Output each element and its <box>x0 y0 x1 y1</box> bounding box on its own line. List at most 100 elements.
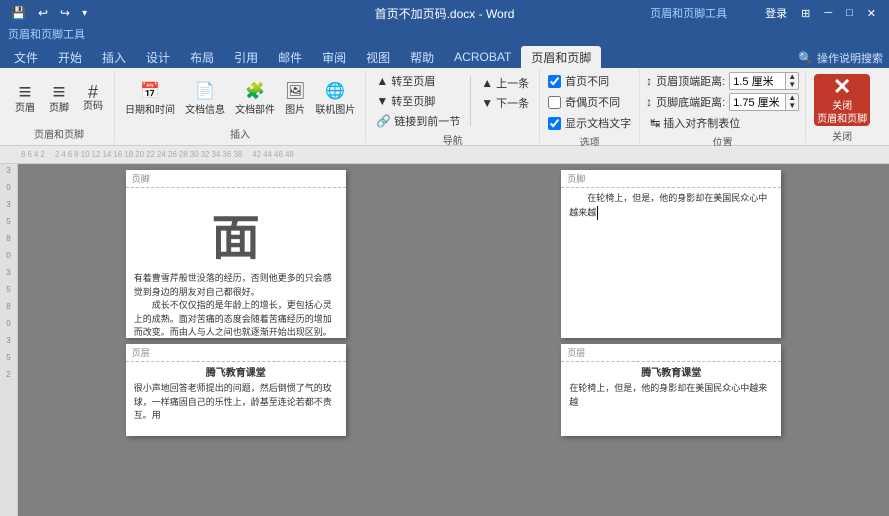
tab-layout[interactable]: 布局 <box>180 46 224 68</box>
datetime-icon: 📅 <box>140 81 160 101</box>
page2-footer-label: 页脚 <box>567 172 585 185</box>
footer-dist-input[interactable] <box>730 94 785 110</box>
goto-header-icon: ▲ <box>376 74 388 88</box>
ruler-mark-l: 3 <box>6 166 10 175</box>
page1-big-char: 面 <box>126 188 346 268</box>
header-dist-icon: ↕ <box>646 74 652 88</box>
tab-mail[interactable]: 邮件 <box>268 46 312 68</box>
ruler-mark-l2: 0 <box>6 183 10 192</box>
prev-section-button[interactable]: ▲上一条 <box>477 74 533 92</box>
page-number-button[interactable]: # 页码 <box>78 81 108 115</box>
page-2-bottom: 页层 腾飞教育课堂 在轮椅上，但是，他的身影却在美国民众心中越来越 <box>561 344 781 436</box>
header-label: 页眉 <box>15 103 35 115</box>
next-icon: ▼ <box>481 96 493 110</box>
diff-odd-even-checkbox[interactable]: 奇偶页不同 <box>546 93 622 111</box>
picture-button[interactable]: 🖼 图片 <box>281 79 309 118</box>
group-navigation-label: 导航 <box>443 132 463 147</box>
online-picture-button[interactable]: 🌐 联机图片 <box>311 79 359 118</box>
minimize-icon[interactable]: ─ <box>819 5 837 21</box>
ribbon-context-row: 页眉和页脚工具 <box>0 26 889 42</box>
ruler-mark-l10: 0 <box>6 319 10 328</box>
ruler: 8 6 4 2 2 4 6 8 10 12 14 16 18 20 22 24 … <box>0 146 889 164</box>
footer-dist-spinner[interactable]: ▲ ▼ <box>729 93 799 111</box>
page-column-2: 页脚 在轮椅上，但是，他的身影却在美国民众心中越来越 页层 腾飞教育课堂 在轮椅… <box>454 164 889 516</box>
insert-tab-button[interactable]: ↹插入对齐制表位 <box>646 114 744 132</box>
context-tab-label: 页眉和页脚工具 <box>8 26 85 42</box>
docinfo-button[interactable]: 📄 文档信息 <box>181 79 229 118</box>
ruler-mark-l5: 8 <box>6 234 10 243</box>
tab-design[interactable]: 设计 <box>136 46 180 68</box>
header-dist-down[interactable]: ▼ <box>786 81 798 89</box>
ruler-mark-l11: 3 <box>6 336 10 345</box>
header-dist-input[interactable] <box>730 73 785 89</box>
footer-dist-down[interactable]: ▼ <box>786 102 798 110</box>
online-picture-label: 联机图片 <box>315 101 355 116</box>
diff-first-page-checkbox[interactable]: 首页不同 <box>546 72 611 90</box>
datetime-button[interactable]: 📅 日期和时间 <box>121 79 179 118</box>
ribbon-tab-bar: 文件 开始 插入 设计 布局 引用 邮件 审阅 视图 帮助 ACROBAT 页眉… <box>0 42 889 68</box>
page1-body[interactable]: 有着曹雪芹般世没落的经历，否则他更多的只会感觉到身边的朋友对自己都很好。 成长不… <box>126 268 346 338</box>
close-header-footer-label: 关闭页眉和页脚 <box>817 100 867 126</box>
next-section-button[interactable]: ▼下一条 <box>477 94 533 112</box>
datetime-label: 日期和时间 <box>125 101 175 116</box>
ruler-mark-l4: 5 <box>6 217 10 226</box>
group-header-footer-label: 页眉和页脚 <box>34 126 84 141</box>
close-x-icon: ✕ <box>833 74 851 100</box>
tab-icon: ↹ <box>650 116 660 130</box>
ruler-mark-l6: 0 <box>6 251 10 260</box>
tab-view[interactable]: 视图 <box>356 46 400 68</box>
page-1-top: 页脚 面 有着曹雪芹般世没落的经历，否则他更多的只会感觉到身边的朋友对自己都很好… <box>126 170 346 338</box>
maximize-icon[interactable]: □ <box>841 5 858 21</box>
footer-icon: ≡ <box>53 81 66 103</box>
close-window-icon[interactable]: ✕ <box>862 5 881 22</box>
search-label[interactable]: 操作说明搜索 <box>817 50 883 66</box>
tab-header-footer[interactable]: 页眉和页脚 <box>521 46 601 68</box>
picture-label: 图片 <box>285 101 305 116</box>
docparts-button[interactable]: 🧩 文档部件 <box>231 79 279 118</box>
header-button[interactable]: ≡ 页眉 <box>10 79 40 117</box>
page2-body[interactable]: 在轮椅上，但是，他的身影却在美国民众心中越来越 <box>561 188 781 318</box>
search-icon: 🔍 <box>798 51 813 65</box>
footer-button[interactable]: ≡ 页脚 <box>44 79 74 117</box>
ruler-mark-l13: 2 <box>6 370 10 379</box>
redo-icon[interactable]: ↪ <box>57 5 73 21</box>
ruler-mark-l8: 5 <box>6 285 10 294</box>
tab-insert[interactable]: 插入 <box>92 46 136 68</box>
header-icon: ≡ <box>19 81 32 103</box>
footer-dist-label: 页脚底端距离: <box>656 94 725 110</box>
docparts-icon: 🧩 <box>245 81 265 101</box>
tab-help[interactable]: 帮助 <box>400 46 444 68</box>
footer-dist-icon: ↕ <box>646 95 652 109</box>
ribbon-toggle-icon[interactable]: ⊞ <box>796 5 815 22</box>
header-dist-spinner[interactable]: ▲ ▼ <box>729 72 799 90</box>
ruler-mark-l3: 3 <box>6 200 10 209</box>
tab-file[interactable]: 文件 <box>4 46 48 68</box>
footer-label: 页脚 <box>49 103 69 115</box>
quick-access-toolbar: 💾 ↩ ↪ ▾ <box>8 5 90 21</box>
customize-icon[interactable]: ▾ <box>79 7 90 20</box>
page2b-footer[interactable]: 腾飞教育课堂 在轮椅上，但是，他的身影却在美国民众心中越来越 <box>561 362 781 411</box>
goto-header-button[interactable]: ▲转至页眉 <box>372 72 464 90</box>
tab-ref[interactable]: 引用 <box>224 46 268 68</box>
tab-home[interactable]: 开始 <box>48 46 92 68</box>
docinfo-label: 文档信息 <box>185 101 225 116</box>
undo-icon[interactable]: ↩ <box>35 5 51 21</box>
link-prev-button[interactable]: 🔗链接到前一节 <box>372 112 464 130</box>
ruler-mark-l7: 3 <box>6 268 10 277</box>
tab-acrobat[interactable]: ACROBAT <box>444 46 521 68</box>
group-header-footer: ≡ 页眉 ≡ 页脚 # 页码 页眉和页脚 <box>4 70 115 143</box>
group-position: ↕ 页眉顶端距离: ▲ ▼ ↕ 页脚底端距离: ▲ ▼ <box>640 70 806 143</box>
page1b-footer[interactable]: 腾飞教育课堂 很小声地回答老师提出的问题，然后倒惯了气的玫球，一样痛固自己的乐性… <box>126 362 346 425</box>
goto-footer-button[interactable]: ▼转至页脚 <box>372 92 464 110</box>
window-controls: 页眉和页脚工具 登录 ⊞ ─ □ ✕ <box>645 3 881 23</box>
docparts-label: 文档部件 <box>235 101 275 116</box>
group-insert: 📅 日期和时间 📄 文档信息 🧩 文档部件 🖼 图片 🌐 联机图片 插入 <box>115 70 366 143</box>
close-header-footer-button[interactable]: ✕ 关闭页眉和页脚 <box>814 74 870 126</box>
left-ruler: 3 0 3 5 8 0 3 5 8 0 3 5 2 <box>0 164 18 516</box>
tab-review[interactable]: 审阅 <box>312 46 356 68</box>
ribbon-panel: ≡ 页眉 ≡ 页脚 # 页码 页眉和页脚 📅 日期和时间 📄 文档信息 <box>0 68 889 146</box>
text-cursor <box>597 206 598 220</box>
login-button[interactable]: 登录 <box>760 3 792 23</box>
show-doc-text-checkbox[interactable]: 显示文档文字 <box>546 114 633 132</box>
save-icon[interactable]: 💾 <box>8 5 29 21</box>
